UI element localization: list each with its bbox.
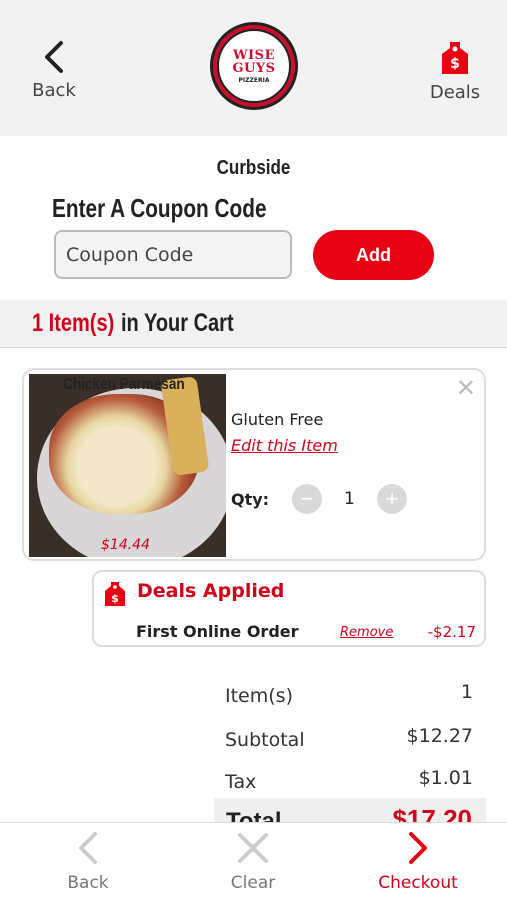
summary-subtotal-value: $12.27 [406, 725, 473, 747]
summary-items-value: 1 [460, 681, 473, 703]
summary-subtotal-label: Subtotal [225, 729, 305, 751]
coupon-title: Enter A Coupon Code [52, 193, 267, 223]
app-header: Back WISE GUYS PIZZERIA $ Deals [0, 0, 507, 136]
logo-line1: WISE [233, 47, 275, 63]
header-deals-label: Deals [429, 82, 481, 103]
summary-tax-value: $1.01 [418, 767, 473, 789]
logo-sub: PIZZERIA [238, 76, 270, 84]
summary-tax-row: Tax $1.01 [225, 767, 473, 793]
qty-decrease-button[interactable]: − [292, 484, 322, 514]
header-back-label: Back [32, 80, 76, 101]
header-deals-button[interactable]: $ Deals [425, 40, 485, 103]
logo-line2: GUYS [232, 60, 276, 76]
cart-count-header: 1 Item(s) in Your Cart [0, 300, 507, 348]
item-price: $14.44 [101, 537, 150, 553]
nav-back-button[interactable]: Back [33, 831, 143, 893]
chevron-left-icon [79, 832, 97, 864]
deals-applied-card: $ Deals Applied First Online Order Remov… [92, 570, 486, 647]
cart-item-card: Chicken Parmesan $14.44 Gluten Free Edit… [22, 368, 486, 561]
qty-label: Qty: [231, 490, 270, 509]
nav-checkout-button[interactable]: Checkout [363, 831, 473, 893]
close-icon [238, 833, 268, 863]
cart-count: 1 Item(s) [32, 309, 115, 337]
nav-clear-button[interactable]: Clear [198, 831, 308, 893]
order-method: Curbside [216, 157, 291, 179]
item-photo: Chicken Parmesan $14.44 [29, 374, 226, 557]
add-coupon-button[interactable]: Add [313, 230, 434, 280]
summary-items-row: Item(s) 1 [225, 681, 473, 707]
header-back-button[interactable]: Back [24, 40, 84, 101]
minus-icon: − [300, 486, 314, 511]
nav-back-label: Back [67, 873, 109, 893]
svg-text:$: $ [111, 592, 119, 605]
item-name: Chicken Parmesan [63, 376, 185, 393]
qty-value: 1 [344, 489, 355, 509]
item-option: Gluten Free [231, 410, 324, 429]
coupon-code-input[interactable] [54, 230, 292, 279]
deal-amount: -$2.17 [427, 623, 476, 641]
summary-tax-label: Tax [225, 771, 257, 793]
svg-text:$: $ [450, 56, 460, 72]
price-tag-icon: $ [442, 42, 468, 74]
nav-checkout-label: Checkout [378, 873, 458, 893]
summary-subtotal-row: Subtotal $12.27 [225, 725, 473, 751]
deal-name: First Online Order [136, 622, 299, 641]
qty-increase-button[interactable]: + [377, 484, 407, 514]
remove-item-close-icon[interactable]: ✕ [456, 374, 476, 402]
price-tag-icon: $ [105, 582, 125, 606]
chevron-left-icon [45, 41, 63, 73]
cart-count-suffix: in Your Cart [120, 309, 234, 337]
nav-clear-label: Clear [230, 873, 276, 893]
chevron-right-icon [409, 832, 427, 864]
deals-applied-title: Deals Applied [137, 580, 285, 602]
plus-icon: + [385, 486, 399, 511]
edit-item-link[interactable]: Edit this Item [231, 436, 338, 455]
summary-items-label: Item(s) [225, 685, 293, 707]
remove-deal-link[interactable]: Remove [340, 625, 393, 640]
brand-logo: WISE GUYS PIZZERIA [210, 22, 298, 110]
bottom-nav: Back Clear Checkout [0, 822, 507, 900]
